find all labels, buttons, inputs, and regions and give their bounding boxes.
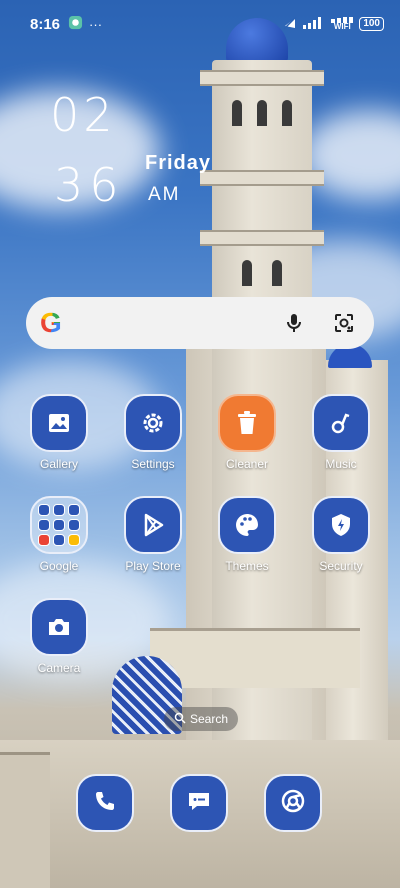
dock-browser[interactable] bbox=[264, 774, 322, 832]
gear-icon bbox=[124, 394, 182, 452]
signal-icon bbox=[303, 16, 325, 32]
play-icon bbox=[124, 496, 182, 554]
browser-icon bbox=[280, 788, 306, 819]
app-label: Play Store bbox=[125, 559, 181, 573]
app-cleaner[interactable]: Cleaner bbox=[202, 394, 292, 471]
app-camera[interactable]: Camera bbox=[14, 598, 104, 675]
app-label: Google bbox=[39, 559, 79, 573]
clock-hour: 02 bbox=[50, 88, 117, 142]
mic-icon[interactable] bbox=[282, 311, 306, 335]
app-label: Cleaner bbox=[225, 457, 269, 471]
app-notification-icon bbox=[68, 15, 83, 33]
app-label: Themes bbox=[225, 559, 269, 573]
status-time: 8:16 bbox=[30, 15, 61, 33]
app-label: Gallery bbox=[39, 457, 78, 471]
app-play-store[interactable]: Play Store bbox=[108, 496, 198, 573]
trash-icon bbox=[218, 394, 276, 452]
battery-icon: 100 bbox=[359, 17, 384, 31]
image-icon bbox=[30, 394, 88, 452]
search-icon bbox=[174, 712, 186, 727]
app-themes[interactable]: Themes bbox=[202, 496, 292, 573]
clock-day: Friday bbox=[145, 152, 212, 174]
wifi-label: WIFI bbox=[333, 22, 351, 31]
app-security[interactable]: Security bbox=[296, 496, 386, 573]
app-music[interactable]: Music bbox=[296, 394, 386, 471]
dnd-icon bbox=[283, 15, 297, 33]
phone-icon bbox=[93, 789, 117, 818]
app-settings[interactable]: Settings bbox=[108, 394, 198, 471]
shield-icon bbox=[312, 496, 370, 554]
music-note-icon bbox=[312, 394, 370, 452]
app-google-folder[interactable]: Google bbox=[14, 496, 104, 573]
clock-ampm: AM bbox=[148, 184, 181, 205]
more-notifications-icon: ··· bbox=[89, 16, 103, 32]
status-bar: 8:16 ··· WIFI 100 bbox=[0, 0, 400, 48]
app-label: Settings bbox=[131, 457, 175, 471]
lens-icon[interactable] bbox=[332, 311, 356, 335]
status-indicators: WIFI 100 bbox=[283, 15, 384, 33]
camera-icon bbox=[30, 598, 88, 656]
palette-icon bbox=[218, 496, 276, 554]
app-label: Security bbox=[319, 559, 363, 573]
app-gallery[interactable]: Gallery bbox=[14, 394, 104, 471]
home-search-button[interactable]: Search bbox=[164, 707, 238, 731]
clock-minute: 36 bbox=[54, 158, 125, 212]
app-label: Camera bbox=[37, 661, 81, 675]
dock-messages[interactable] bbox=[170, 774, 228, 832]
folder-preview bbox=[38, 504, 80, 546]
google-logo-icon: G bbox=[40, 308, 68, 338]
google-search-bar[interactable]: G bbox=[26, 297, 374, 349]
folder-icon bbox=[30, 496, 88, 554]
home-search-label: Search bbox=[189, 712, 229, 726]
wifi-icon: WIFI bbox=[331, 17, 354, 31]
message-icon bbox=[186, 789, 212, 818]
app-label: Music bbox=[325, 457, 357, 471]
dock-phone[interactable] bbox=[76, 774, 134, 832]
